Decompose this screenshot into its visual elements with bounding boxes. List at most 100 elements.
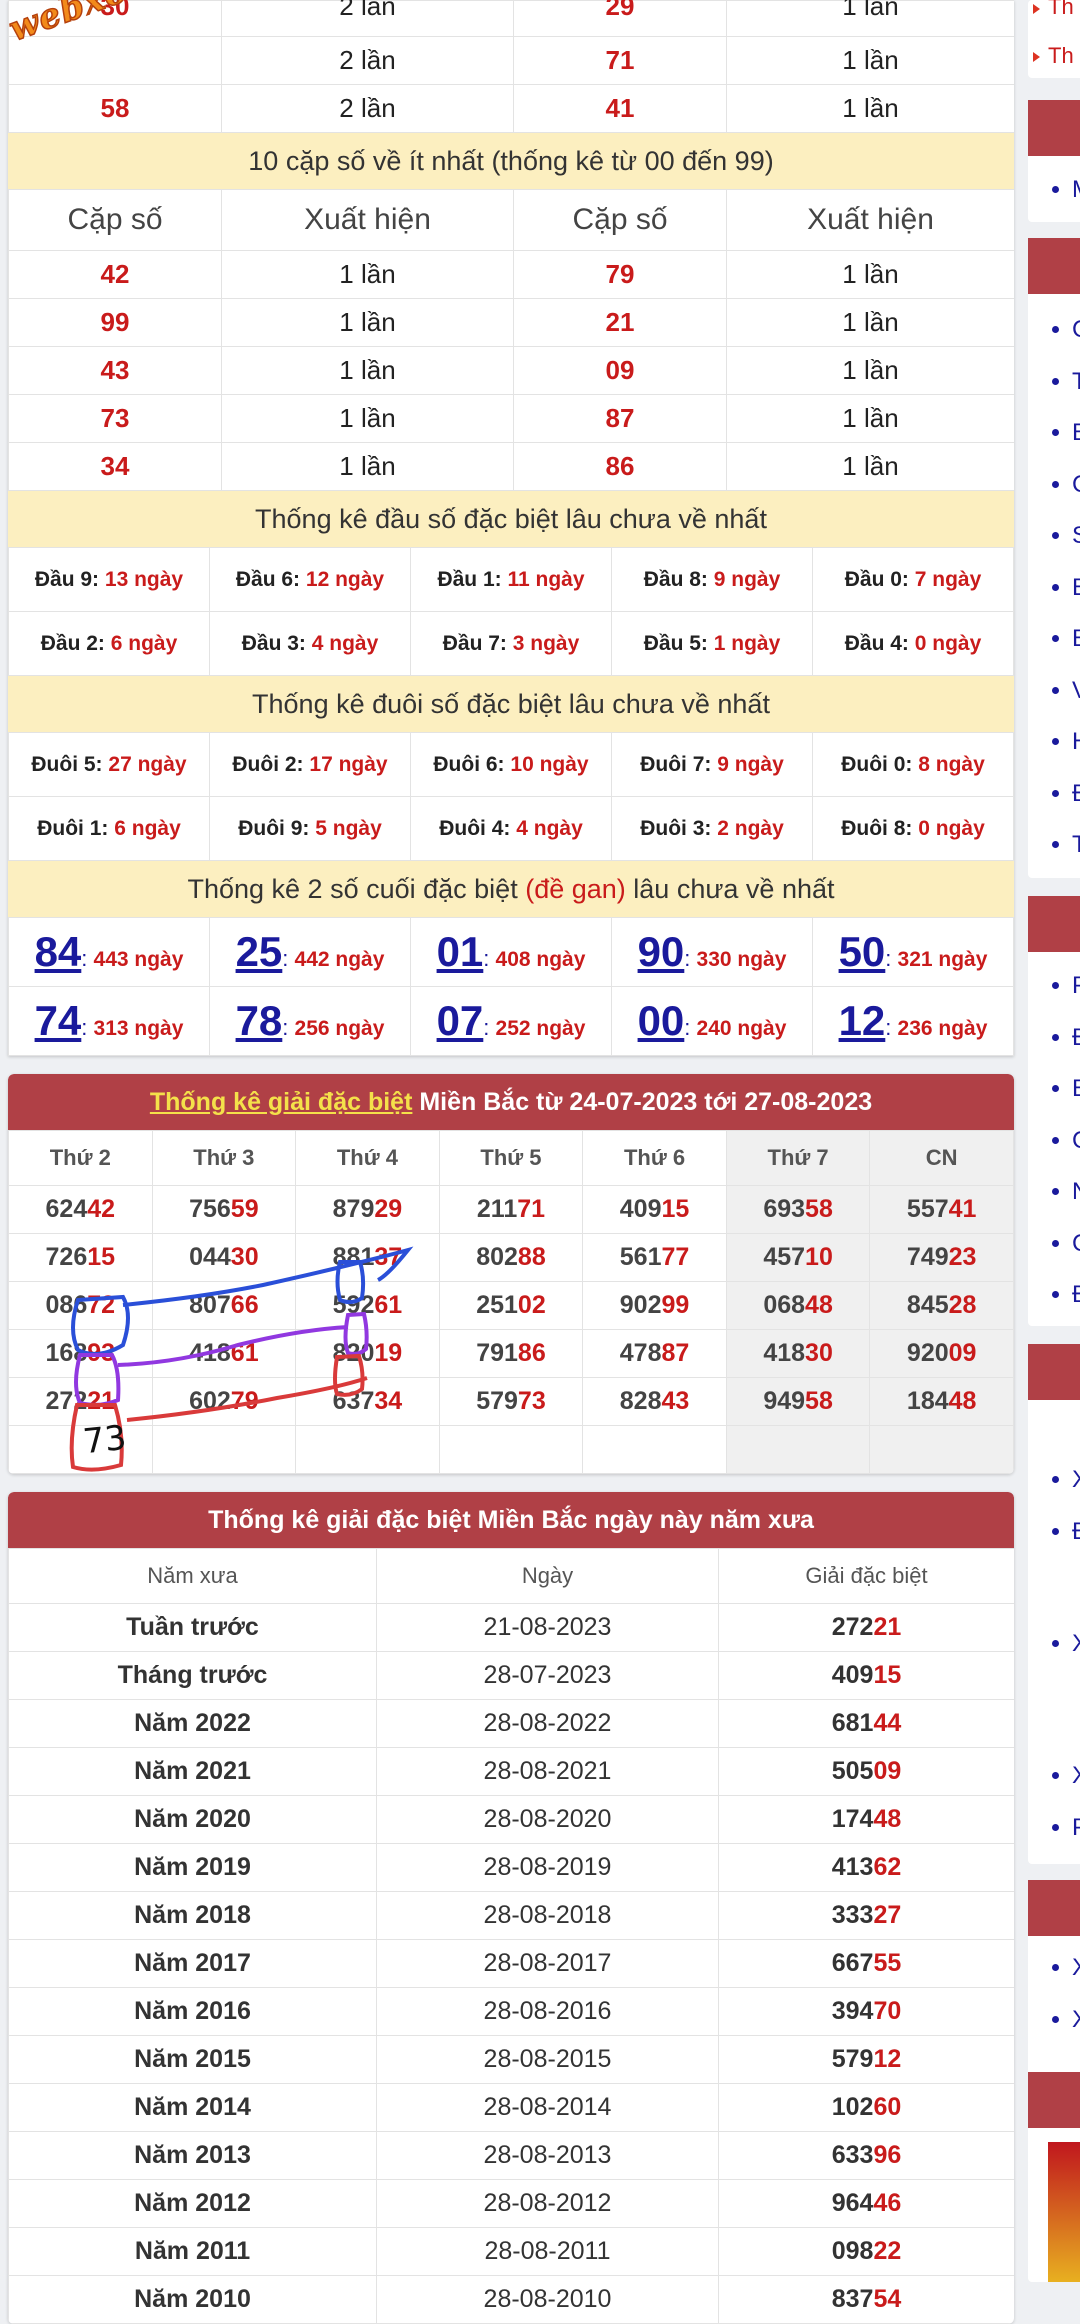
col-header-pair: Cặp số (8, 189, 222, 251)
pair-number: 09 (513, 346, 727, 395)
pair-count: 2 lần (221, 36, 514, 85)
history-date: 28-08-2018 (376, 1891, 719, 1940)
gan-number-link[interactable]: 90 (638, 928, 685, 975)
prize-suffix: 55 (873, 1949, 902, 1977)
gan-cell: 12: 236 ngày (812, 986, 1014, 1056)
sidebar-link[interactable]: Đ (1072, 780, 1080, 808)
stat-value: 27 ngày (108, 752, 187, 776)
stat-cell: Đầu 3: 4 ngày (209, 611, 411, 676)
prize-cell: 90299 (582, 1281, 727, 1330)
sidebar-link[interactable]: Đ (1072, 1518, 1080, 1546)
sidebar-link[interactable]: Th (1048, 43, 1074, 69)
sidebar-link[interactable]: P (1072, 972, 1080, 1000)
prize-prefix: 920 (906, 1339, 949, 1367)
special-week-card: Thống kê giải đặc biệt Miền Bắc từ 24-07… (8, 1074, 1014, 1474)
prize-suffix: 37 (374, 1243, 403, 1271)
bullet-icon (1052, 841, 1059, 848)
table-row: 43 1 lần 09 1 lần (8, 346, 1014, 395)
prize-prefix: 624 (45, 1195, 88, 1223)
sidebar-link[interactable]: C (1072, 316, 1080, 344)
sidebar-link[interactable]: B (1072, 574, 1080, 602)
sidebar-link[interactable]: V (1072, 677, 1080, 705)
sidebar-link[interactable]: T (1072, 368, 1080, 396)
stat-cell: Đầu 4: 0 ngày (812, 611, 1014, 676)
pair-number: 34 (8, 442, 222, 491)
stat-value: 0 ngày (918, 816, 985, 840)
stat-cell: Đầu 0: 7 ngày (812, 547, 1014, 612)
stat-value: 4 ngày (311, 631, 379, 655)
sidebar-link[interactable]: H (1072, 728, 1080, 756)
bullet-icon (1052, 532, 1059, 539)
sidebar-link[interactable]: Đ (1072, 1024, 1080, 1052)
gan-number-link[interactable]: 78 (236, 997, 283, 1044)
sidebar-link[interactable]: Th (1048, 0, 1074, 20)
sidebar-link[interactable]: P (1072, 1814, 1080, 1842)
prize-prefix: 561 (619, 1243, 662, 1271)
gan-number-link[interactable]: 84 (35, 928, 82, 975)
stat-value: 3 ngày (512, 631, 580, 655)
prize-suffix: 48 (948, 1387, 977, 1415)
gan-number-link[interactable]: 01 (437, 928, 484, 975)
sidebar-link[interactable]: X (1072, 1954, 1080, 1982)
gan-number-link[interactable]: 74 (35, 997, 82, 1044)
table-row: Năm 2015 28-08-2015 57912 (8, 2035, 1014, 2084)
triangle-bullet-icon (1033, 52, 1040, 62)
gan-number-link[interactable]: 12 (839, 997, 886, 1044)
prize-suffix: 66 (230, 1291, 259, 1319)
prize-prefix: 579 (476, 1387, 518, 1415)
prize-suffix: 61 (230, 1339, 259, 1367)
history-date: 28-08-2016 (376, 1987, 719, 2036)
gan-days: 330 ngày (696, 948, 787, 971)
prize-cell: 40915 (582, 1185, 727, 1234)
sidebar-banner-image[interactable] (1048, 2142, 1080, 2282)
pair-count: 1 lần (221, 298, 514, 347)
prize-suffix: 99 (661, 1291, 690, 1319)
history-year: Năm 2015 (8, 2035, 377, 2084)
sidebar-link[interactable]: M (1072, 176, 1080, 204)
table-row: 84: 443 ngày 25: 442 ngày 01: 408 ngày 90: … (8, 917, 1014, 987)
sidebar-link[interactable]: S (1072, 522, 1080, 550)
prize-prefix: 602 (189, 1387, 231, 1415)
prize-cell: 82019 (295, 1329, 440, 1378)
sidebar-link[interactable]: T (1072, 831, 1080, 859)
prize-prefix: 409 (831, 1661, 874, 1689)
sidebar-link[interactable]: C (1072, 1230, 1080, 1258)
weekday-header: Thứ 5 (438, 1130, 584, 1186)
table-row: Năm 2020 28-08-2020 17448 (8, 1795, 1014, 1844)
table-row: Đuôi 5: 27 ngày Đuôi 2: 17 ngày Đuôi 6: 10… (8, 732, 1014, 797)
gan-number-link[interactable]: 07 (437, 997, 484, 1044)
sidebar-link[interactable]: X (1072, 2006, 1080, 2034)
sidebar-link[interactable]: C (1072, 1127, 1080, 1155)
prize-prefix: 044 (189, 1243, 231, 1271)
sidebar-link[interactable]: B (1072, 419, 1080, 447)
gan-number-link[interactable]: 25 (236, 928, 283, 975)
pair-count: 1 lần (221, 394, 514, 443)
gan-number-link[interactable]: 50 (839, 928, 886, 975)
prize-prefix: 681 (831, 1709, 874, 1737)
special-week-title-link[interactable]: Thống kê giải đặc biệt (150, 1088, 413, 1116)
sidebar-link[interactable]: B (1072, 625, 1080, 653)
bullet-icon (1052, 186, 1059, 193)
sidebar-link[interactable]: C (1072, 471, 1080, 499)
prize-cell: 08672 (8, 1281, 153, 1330)
sidebar-link[interactable]: X (1072, 1762, 1080, 1790)
sidebar-link[interactable]: X (1072, 1630, 1080, 1658)
gan-cell: 90: 330 ngày (611, 917, 813, 987)
gan-number-link[interactable]: 00 (638, 997, 685, 1044)
history-date: 28-08-2020 (376, 1795, 719, 1844)
empty-cell (869, 1425, 1014, 1474)
sidebar-link[interactable]: X (1072, 1466, 1080, 1494)
stat-label: Đuôi 1: (37, 816, 109, 840)
gan-title-red: (đề gan) (525, 874, 626, 904)
stat-cell: Đầu 2: 6 ngày (8, 611, 210, 676)
sidebar-link[interactable]: B (1072, 1075, 1080, 1103)
bullet-icon (1052, 1640, 1059, 1647)
pair-count: 1 lần (726, 250, 1014, 299)
bullet-icon (1052, 1772, 1059, 1779)
pair-count: 2 lần (221, 84, 514, 133)
prize-suffix: 60 (873, 2093, 902, 2121)
sidebar-link[interactable]: Đ (1072, 1281, 1080, 1309)
history-year: Năm 2012 (8, 2179, 377, 2228)
prize-prefix: 418 (189, 1339, 231, 1367)
sidebar-link[interactable]: N (1072, 1178, 1080, 1206)
